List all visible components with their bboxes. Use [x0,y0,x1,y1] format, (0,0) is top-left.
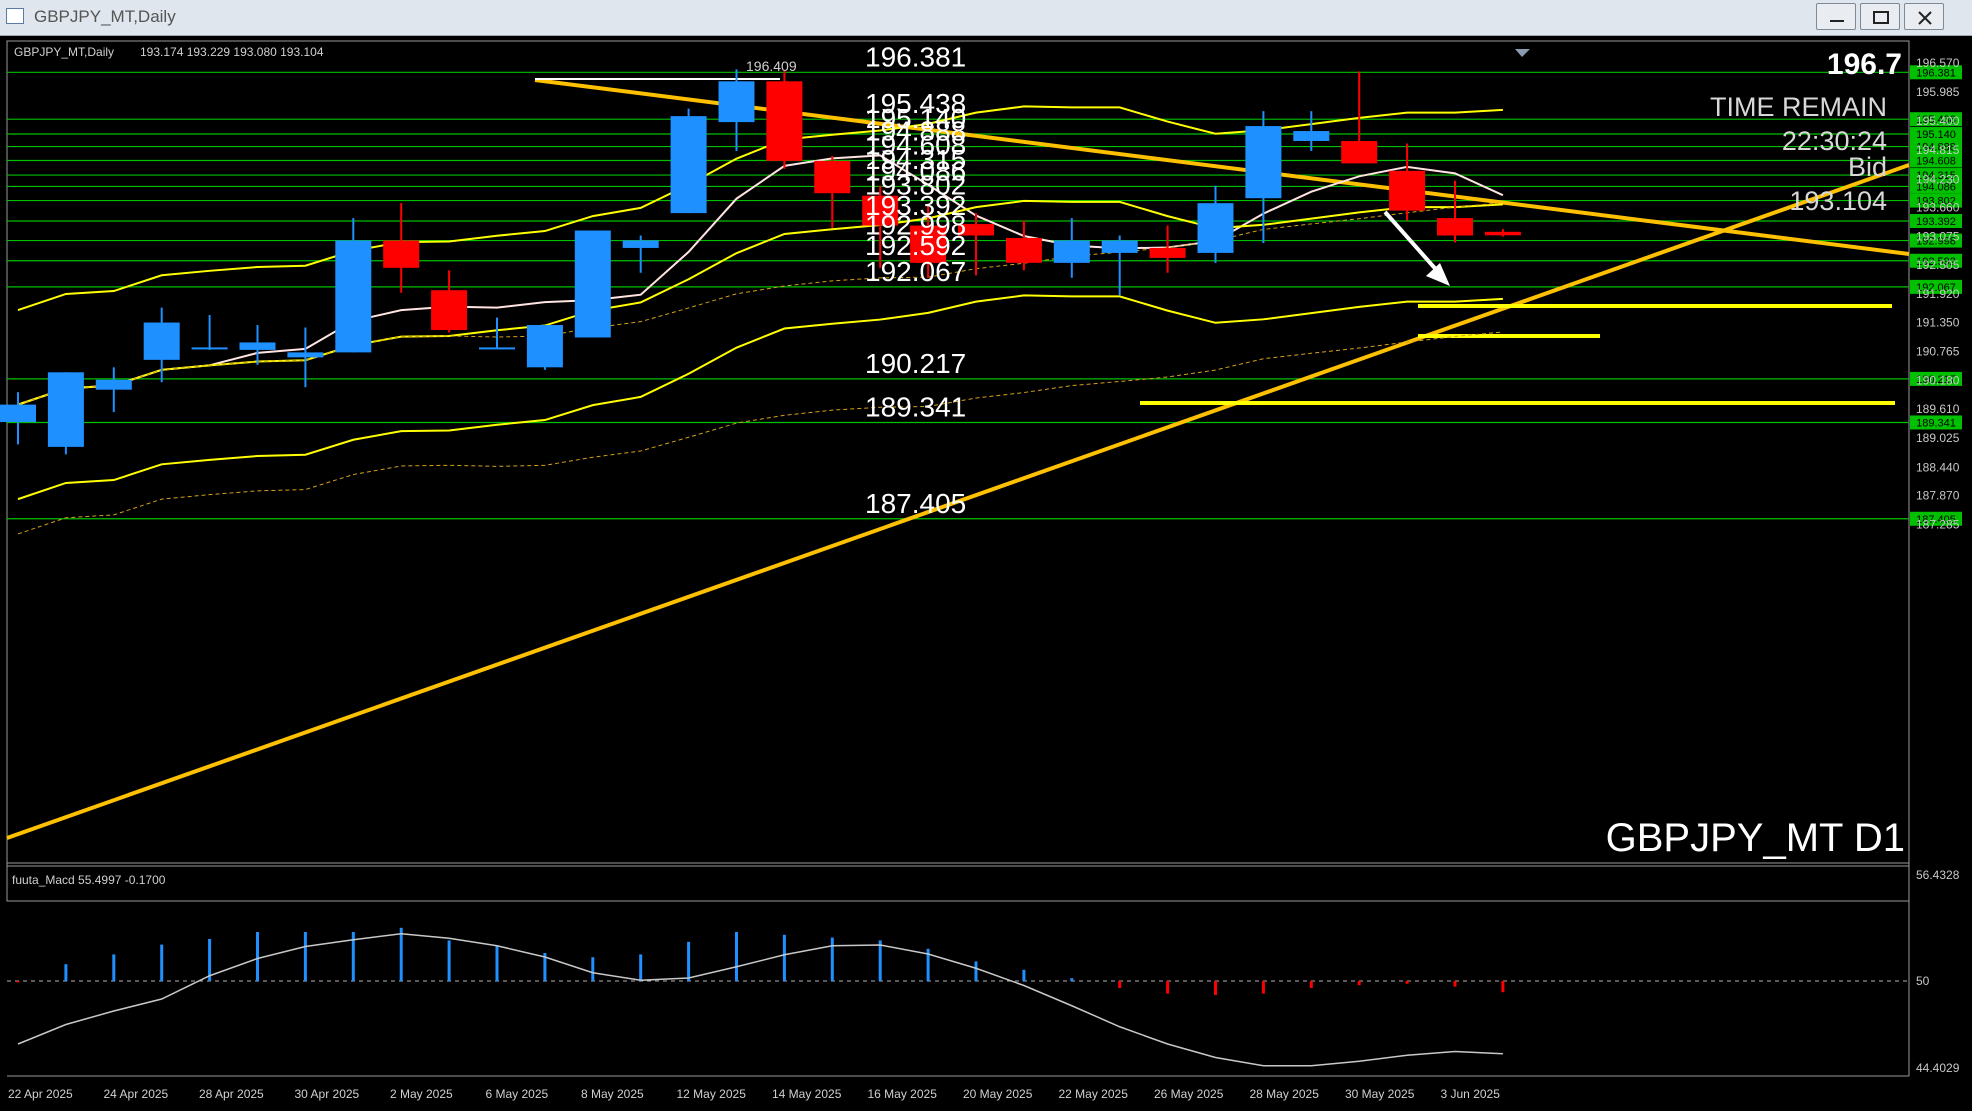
high-price-marker: 196.409 [746,58,797,74]
bid-label: Bid [1848,152,1887,182]
candle-body-7 [335,240,372,353]
price-tick-2: 195.400 [1916,114,1960,128]
time-label-0: 22 Apr 2025 [8,1087,73,1101]
price-tick-5: 193.660 [1916,201,1960,215]
window-titlebar[interactable]: GBPJPY_MT,Daily [0,0,1972,36]
candle-body-27 [1293,131,1330,141]
axis-level-tag-13: 189.341 [1916,417,1956,429]
chart-symbol-period: GBPJPY_MT,Daily [14,45,114,59]
candle-body-0 [0,404,36,423]
indicator-tick-0: 56.4328 [1916,868,1960,882]
time-remain-label: TIME REMAIN [1710,92,1887,122]
time-label-1: 24 Apr 2025 [104,1087,169,1101]
price-tick-13: 189.025 [1916,431,1960,445]
time-label-10: 20 May 2025 [963,1087,1033,1101]
indicator-label: fuuta_Macd 55.4997 -0.1700 [12,873,166,887]
candle-body-6 [287,352,324,358]
candle-body-2 [95,379,132,390]
axis-level-tag-2: 195.140 [1916,129,1956,141]
time-label-6: 8 May 2025 [581,1087,644,1101]
indicator-tick-1: 50 [1916,974,1930,988]
candle-body-3 [143,322,180,360]
candle-body-16 [766,81,803,161]
minimize-icon [1830,20,1844,22]
price-tick-12: 189.610 [1916,402,1960,416]
candle-body-30 [1437,218,1473,236]
candle-body-25 [1197,203,1234,253]
candle-body-9 [431,290,468,331]
price-tick-8: 191.920 [1916,287,1960,301]
time-label-4: 2 May 2025 [390,1087,453,1101]
current-price-large: 196.7 [1827,48,1902,81]
candle-body-29 [1389,170,1426,211]
time-label-5: 6 May 2025 [486,1087,549,1101]
axis-level-tag-8: 193.392 [1916,216,1956,228]
price-tick-7: 192.505 [1916,258,1960,272]
price-tick-0: 196.570 [1916,56,1960,70]
minimize-button[interactable] [1816,3,1856,30]
time-label-2: 28 Apr 2025 [199,1087,264,1101]
candle-body-8 [383,240,420,268]
candle-body-10 [479,347,515,350]
level-label-0: 196.381 [865,41,966,72]
bid-value: 193.104 [1789,186,1887,216]
time-label-12: 26 May 2025 [1154,1087,1224,1101]
candle-body-11 [526,325,563,368]
candle-body-1 [47,372,84,447]
level-label-11: 192.067 [865,256,966,287]
candle-body-13 [622,240,659,248]
candle-body-21 [1005,237,1042,263]
time-label-7: 12 May 2025 [677,1087,747,1101]
candle-body-12 [574,230,611,338]
price-axis: 196.570 195.985 195.400 194.815 194.230 193.6… [1916,56,1960,532]
close-icon [1918,11,1932,25]
candle-body-5 [239,342,276,350]
candle-body-28 [1341,140,1378,164]
chart-ohlc-values: 193.174 193.229 193.080 193.104 [140,45,324,59]
price-tick-15: 187.870 [1916,489,1960,503]
candle-body-31 [1484,231,1521,236]
terminal-chart-window: GBPJPY_MT,Daily 196.381 196.381 195.438 195… [0,0,1972,1111]
candle-body-22 [1053,240,1090,263]
time-label-13: 28 May 2025 [1250,1087,1320,1101]
restore-icon [1873,11,1889,24]
level-label-13: 189.341 [865,391,966,422]
candle-body-23 [1101,240,1138,253]
close-button[interactable] [1904,3,1944,30]
indicator-tick-2: 44.4029 [1916,1061,1960,1075]
time-label-11: 22 May 2025 [1059,1087,1129,1101]
time-label-8: 14 May 2025 [772,1087,842,1101]
time-label-9: 16 May 2025 [868,1087,938,1101]
level-label-14: 187.405 [865,488,966,519]
price-tick-14: 188.440 [1916,460,1960,474]
chart-window-icon [6,8,24,24]
candle-body-26 [1245,126,1282,199]
price-tick-3: 194.815 [1916,143,1960,157]
price-tick-9: 191.350 [1916,316,1960,330]
price-tick-1: 195.985 [1916,85,1960,99]
chart-canvas[interactable]: 196.381196.381195.438195.438195.140195.1… [0,36,1972,1111]
candle-body-24 [1149,247,1186,258]
candle-body-4 [191,347,228,350]
price-tick-4: 194.230 [1916,172,1960,186]
level-label-12: 190.217 [865,348,966,379]
candle-body-15 [718,81,755,123]
price-tick-16: 187.285 [1916,518,1960,532]
axis-level-tag-4: 194.608 [1916,155,1956,167]
price-tick-6: 193.075 [1916,230,1960,244]
restore-button[interactable] [1860,3,1900,30]
window-title: GBPJPY_MT,Daily [34,7,176,26]
time-label-15: 3 Jun 2025 [1441,1087,1501,1101]
time-label-14: 30 May 2025 [1345,1087,1415,1101]
symbol-watermark: GBPJPY_MT D1 [1606,816,1905,860]
price-tick-11: 190.180 [1916,374,1960,388]
time-label-3: 30 Apr 2025 [295,1087,360,1101]
candle-body-14 [670,116,707,214]
price-tick-10: 190.765 [1916,345,1960,359]
candle-body-17 [814,160,851,194]
